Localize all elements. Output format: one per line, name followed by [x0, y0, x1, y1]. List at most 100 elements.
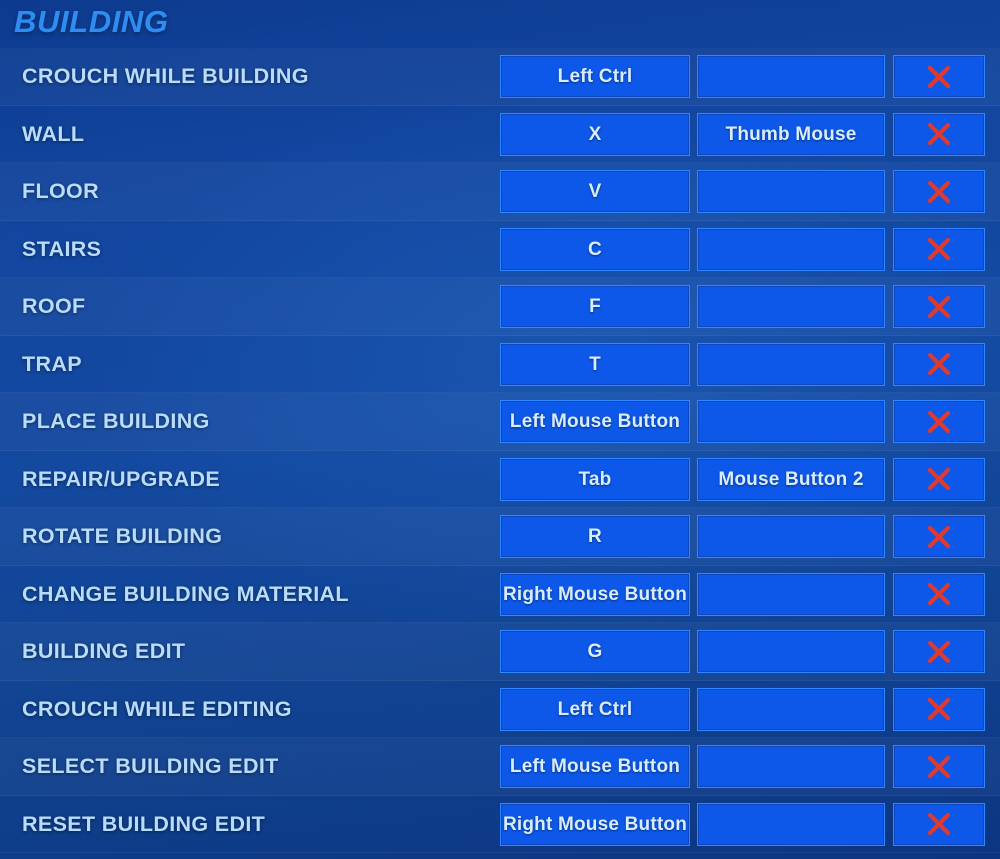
keybind-primary-value: Right Mouse Button: [502, 813, 688, 835]
keybind-action-label: REPAIR/UPGRADE: [22, 466, 221, 491]
close-x-icon: [927, 755, 951, 778]
keybind-reset-button[interactable]: [893, 687, 985, 731]
keybind-primary-value: Tab: [578, 468, 612, 490]
keybind-primary-value: Left Ctrl: [557, 698, 633, 720]
keybind-action-label: CROUCH WHILE BUILDING: [22, 64, 309, 88]
keybind-action-label: ROTATE BUILDING: [22, 524, 223, 548]
keybind-row: PLACE BUILDING Left Mouse Button: [0, 393, 1000, 451]
keybind-row: STAIRS C: [0, 221, 1000, 279]
keybind-secondary-cell[interactable]: [697, 342, 885, 386]
keybind-primary-cell[interactable]: Left Mouse Button: [500, 745, 690, 788]
close-x-icon: [927, 582, 951, 606]
keybind-row: CHANGE BUILDING MATERIAL Right Mouse Butt…: [0, 566, 1000, 624]
keybind-reset-button[interactable]: [893, 400, 985, 443]
keybinds-settings-screen: BUILDING CROUCH WHILE BUILDING Left Ctrl W…: [0, 0, 1000, 859]
keybind-primary-value: T: [589, 353, 601, 375]
keybind-primary-value: G: [587, 641, 603, 662]
close-x-icon: [927, 180, 951, 203]
keybind-primary-cell[interactable]: Left Ctrl: [500, 687, 690, 731]
close-x-icon: [927, 410, 951, 433]
keybind-primary-cell[interactable]: V: [500, 170, 690, 213]
keybind-primary-cell[interactable]: Right Mouse Button: [500, 802, 690, 846]
keybind-primary-cell[interactable]: Right Mouse Button: [500, 572, 690, 616]
keybind-primary-cell[interactable]: R: [500, 515, 690, 558]
keybind-row: WALL X Thumb Mouse: [0, 106, 1000, 164]
keybind-reset-button[interactable]: [893, 630, 985, 673]
keybind-secondary-cell[interactable]: [697, 170, 885, 213]
keybind-secondary-cell[interactable]: [697, 572, 885, 616]
keybind-secondary-value: Mouse Button 2: [718, 468, 864, 490]
keybind-primary-value: C: [588, 238, 602, 260]
keybind-action-label: PLACE BUILDING: [22, 409, 210, 433]
keybind-primary-value: R: [588, 526, 602, 547]
keybind-reset-button[interactable]: [893, 515, 985, 558]
keybind-reset-button[interactable]: [893, 112, 985, 156]
close-x-icon: [927, 65, 951, 88]
keybind-secondary-cell[interactable]: [697, 515, 885, 558]
keybind-primary-value: Left Ctrl: [557, 66, 633, 87]
keybind-primary-cell[interactable]: T: [500, 342, 690, 386]
keybind-reset-button[interactable]: [893, 802, 985, 846]
keybind-row: CROUCH WHILE BUILDING Left Ctrl: [0, 48, 1000, 106]
keybind-primary-cell[interactable]: C: [500, 227, 690, 271]
keybind-action-label: FLOOR: [22, 179, 99, 203]
keybind-row: RESET BUILDING EDIT Right Mouse Button: [0, 796, 1000, 854]
keybind-action-label: WALL: [22, 121, 85, 146]
keybind-reset-button[interactable]: [893, 227, 985, 271]
close-x-icon: [927, 122, 951, 146]
keybind-primary-value: Left Mouse Button: [509, 756, 681, 777]
close-x-icon: [927, 640, 951, 663]
keybind-secondary-cell[interactable]: [697, 227, 885, 271]
keybind-primary-cell[interactable]: Left Mouse Button: [500, 400, 690, 443]
keybind-reset-button[interactable]: [893, 170, 985, 213]
keybind-primary-cell[interactable]: G: [500, 630, 690, 673]
keybind-row: SELECT BUILDING EDIT Left Mouse Button: [0, 738, 1000, 796]
keybind-action-label: ROOF: [22, 294, 86, 318]
keybind-row: ROTATE BUILDING R: [0, 508, 1000, 566]
keybind-row: TRAP T: [0, 336, 1000, 394]
keybind-secondary-cell[interactable]: [697, 630, 885, 673]
keybind-reset-button[interactable]: [893, 285, 985, 328]
keybind-secondary-cell[interactable]: [697, 285, 885, 328]
keybind-reset-button[interactable]: [893, 55, 985, 98]
keybind-secondary-cell[interactable]: [697, 745, 885, 788]
keybind-action-label: CHANGE BUILDING MATERIAL: [22, 581, 349, 606]
keybind-action-label: TRAP: [22, 351, 82, 376]
keybind-secondary-cell[interactable]: Mouse Button 2: [697, 457, 885, 501]
keybind-reset-button[interactable]: [893, 342, 985, 386]
close-x-icon: [927, 812, 951, 836]
close-x-icon: [927, 295, 951, 318]
keybind-row-list: CROUCH WHILE BUILDING Left Ctrl WALL X Thumb…: [0, 48, 1000, 853]
keybind-row: ROOF F: [0, 278, 1000, 336]
close-x-icon: [927, 237, 951, 261]
keybind-secondary-cell[interactable]: [697, 687, 885, 731]
keybind-action-label: BUILDING EDIT: [22, 639, 186, 663]
close-x-icon: [927, 697, 951, 721]
keybind-primary-value: Right Mouse Button: [502, 583, 688, 605]
keybind-action-label: RESET BUILDING EDIT: [22, 811, 266, 836]
close-x-icon: [927, 352, 951, 376]
keybind-reset-button[interactable]: [893, 745, 985, 788]
keybind-action-label: STAIRS: [22, 236, 102, 261]
keybind-action-label: CROUCH WHILE EDITING: [22, 696, 292, 721]
close-x-icon: [927, 467, 951, 491]
keybind-primary-cell[interactable]: Tab: [500, 457, 690, 501]
keybind-action-label: SELECT BUILDING EDIT: [22, 754, 279, 778]
keybind-reset-button[interactable]: [893, 457, 985, 501]
section-title-building: BUILDING: [14, 4, 169, 39]
keybind-primary-value: F: [589, 296, 601, 317]
keybind-row: REPAIR/UPGRADE Tab Mouse Button 2: [0, 451, 1000, 509]
keybind-secondary-value: Thumb Mouse: [725, 123, 857, 145]
keybind-secondary-cell[interactable]: [697, 400, 885, 443]
keybind-primary-value: X: [588, 123, 602, 145]
keybind-primary-value: Left Mouse Button: [509, 411, 681, 432]
keybind-reset-button[interactable]: [893, 572, 985, 616]
keybind-secondary-cell[interactable]: [697, 55, 885, 98]
keybind-primary-cell[interactable]: F: [500, 285, 690, 328]
keybind-secondary-cell[interactable]: Thumb Mouse: [697, 112, 885, 156]
keybind-primary-cell[interactable]: X: [500, 112, 690, 156]
keybind-primary-cell[interactable]: Left Ctrl: [500, 55, 690, 98]
keybind-secondary-cell[interactable]: [697, 802, 885, 846]
keybind-row: FLOOR V: [0, 163, 1000, 221]
close-x-icon: [927, 525, 951, 548]
